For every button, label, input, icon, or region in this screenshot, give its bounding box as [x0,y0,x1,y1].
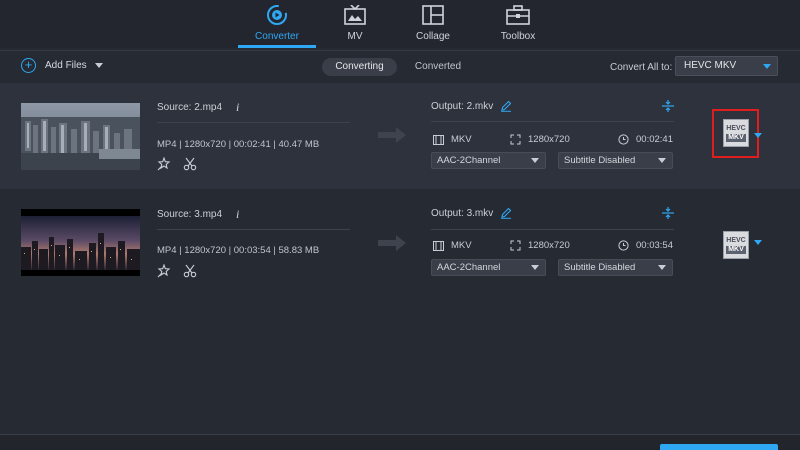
edit-tools [157,156,197,171]
chevron-down-icon[interactable] [94,63,103,68]
merge-split-icon[interactable] [661,99,675,113]
edit-pen-icon[interactable] [500,100,512,112]
output-duration-value: 00:03:54 [636,240,673,251]
source-label: Source: 3.mp4 [157,209,223,220]
edit-pen-icon[interactable] [500,207,512,219]
tab-collage[interactable]: Collage [393,0,473,48]
output-label: Output: 3.mkv [431,207,494,219]
tab-converting[interactable]: Converting [322,58,397,76]
subtitle-value: Subtitle Disabled [564,155,636,166]
scissors-icon[interactable] [183,157,197,171]
tab-toolbox[interactable]: Toolbox [478,0,558,48]
add-files-button[interactable]: + Add Files [21,58,103,73]
chevron-down-icon [763,64,771,69]
output-format: MKV [433,134,472,145]
divider [157,229,350,230]
arrow-right-icon [378,233,408,253]
video-thumbnail[interactable] [21,103,140,170]
tab-toolbox-label: Toolbox [500,31,536,42]
output-format-button[interactable]: HEVC MKV [723,119,749,147]
resize-icon [510,240,521,251]
tab-mv-label: MV [347,31,363,42]
chevron-down-icon [531,265,539,270]
edit-tools [157,263,197,278]
magic-wand-icon[interactable] [157,263,171,278]
divider [157,122,350,123]
collage-icon [422,3,444,27]
subtitle-select[interactable]: Subtitle Disabled [558,152,673,169]
output-format: MKV [433,240,472,251]
add-files-label: Add Files [45,60,87,71]
plus-icon: + [21,58,36,73]
converter-icon [265,3,289,27]
divider [431,121,674,122]
output-duration: 00:03:54 [618,240,673,251]
audio-track-value: AAC-2Channel [437,155,501,166]
merge-split-icon[interactable] [661,206,675,220]
format-badge-top: HEVC [726,236,746,244]
chevron-down-icon [658,158,666,163]
output-resolution-value: 1280x720 [528,134,570,145]
subtitle-value: Subtitle Disabled [564,262,636,273]
video-thumbnail[interactable] [21,209,140,276]
source-name: Source: 2.mp4 i [157,100,239,115]
output-format-value: MKV [451,134,472,145]
file-row: Source: 2.mp4 i MP4 | 1280x720 | 00:02:4… [0,83,800,189]
toolbox-icon [506,3,530,27]
resize-icon [510,134,521,145]
active-tab-indicator [238,45,316,48]
toolbar: + Add Files Converting Converted Convert… [0,51,800,83]
info-icon[interactable]: i [236,100,239,115]
tab-converter[interactable]: Converter [237,0,317,48]
mv-icon [344,3,366,27]
format-badge-top: HEVC [726,124,746,132]
file-row: Source: 3.mp4 i MP4 | 1280x720 | 00:03:5… [0,193,800,297]
tab-converted[interactable]: Converted [405,58,471,76]
output-name: Output: 3.mkv [431,207,512,219]
magic-wand-icon[interactable] [157,156,171,171]
convert-all-button[interactable] [660,444,778,450]
tab-collage-label: Collage [416,31,450,42]
output-resolution-value: 1280x720 [528,240,570,251]
source-label: Source: 2.mp4 [157,102,223,113]
format-badge-bottom: MKV [726,133,746,142]
chevron-down-icon [658,265,666,270]
output-duration: 00:02:41 [618,134,673,145]
divider [431,229,674,230]
output-name: Output: 2.mkv [431,100,512,112]
convert-all-value: HEVC MKV [684,60,737,71]
chevron-down-icon[interactable] [754,240,762,245]
source-name: Source: 3.mp4 i [157,207,239,222]
film-icon [433,134,444,145]
output-format-value: MKV [451,240,472,251]
output-resolution: 1280x720 [510,134,570,145]
output-format-button[interactable]: HEVC MKV [723,231,749,259]
tab-converter-label: Converter [255,31,299,42]
output-label: Output: 2.mkv [431,100,494,112]
chevron-down-icon [531,158,539,163]
source-meta: MP4 | 1280x720 | 00:02:41 | 40.47 MB [157,139,320,150]
top-nav: Converter MV Collage Toolbox [0,0,800,48]
audio-track-select[interactable]: AAC-2Channel [431,259,546,276]
output-resolution: 1280x720 [510,240,570,251]
clock-icon [618,134,629,145]
audio-track-value: AAC-2Channel [437,262,501,273]
clock-icon [618,240,629,251]
film-icon [433,240,444,251]
subtitle-select[interactable]: Subtitle Disabled [558,259,673,276]
arrow-right-icon [378,125,408,145]
source-meta: MP4 | 1280x720 | 00:03:54 | 58.83 MB [157,245,320,256]
output-duration-value: 00:02:41 [636,134,673,145]
convert-all-label: Convert All to: [610,62,673,73]
tab-mv[interactable]: MV [315,0,395,48]
format-badge-bottom: MKV [726,245,746,254]
chevron-down-icon[interactable] [754,133,762,138]
scissors-icon[interactable] [183,264,197,278]
audio-track-select[interactable]: AAC-2Channel [431,152,546,169]
info-icon[interactable]: i [236,207,239,222]
convert-all-select[interactable]: HEVC MKV [675,56,778,76]
